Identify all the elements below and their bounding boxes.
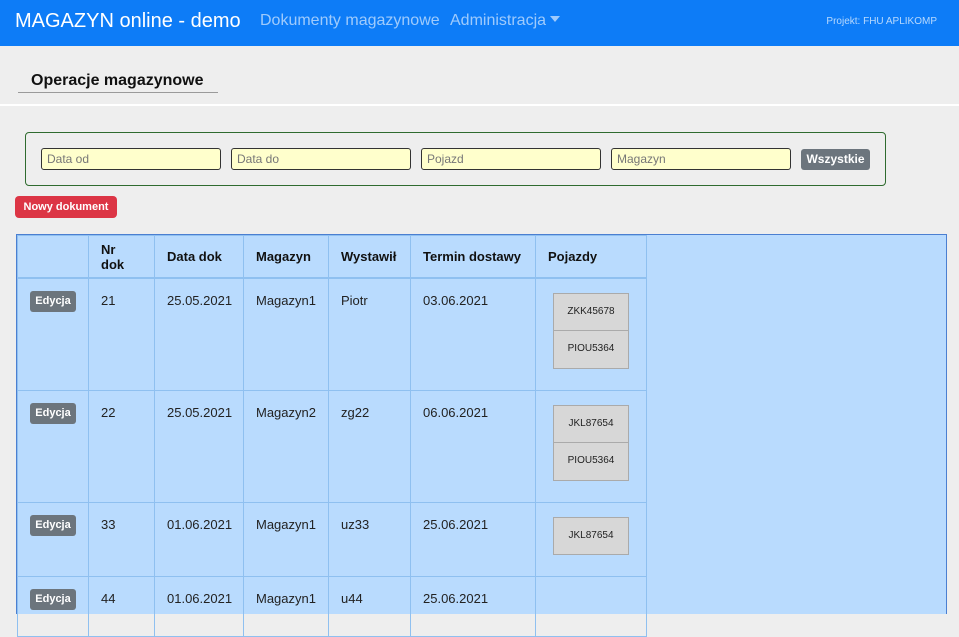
project-label: Projekt: FHU APLIKOMP (826, 16, 937, 27)
table-row: Edycja 44 01.06.2021 Magazyn1 u44 25.06.… (17, 575, 647, 637)
doc-date-cell: 25.05.2021 (154, 277, 244, 391)
header-doc-number: Nr dok (88, 235, 155, 279)
row-actions-cell: Edycja (17, 575, 89, 637)
date-from-input[interactable] (41, 148, 221, 170)
table-row: Edycja 21 25.05.2021 Magazyn1 Piotr 03.0… (17, 277, 647, 391)
top-navbar: MAGAZYN online - demo Dokumenty magazyno… (0, 0, 959, 46)
vehicles-cell: ZKK45678 PIOU5364 (535, 277, 647, 391)
doc-number-cell: 22 (88, 389, 155, 503)
vehicle-tag: ZKK45678 (553, 293, 629, 331)
doc-date-cell: 01.06.2021 (154, 501, 244, 577)
table-row: Edycja 22 25.05.2021 Magazyn2 zg22 06.06… (17, 389, 647, 503)
issuer-cell: u44 (328, 575, 411, 637)
vehicle-input[interactable] (421, 148, 601, 170)
warehouse-cell: Magazyn1 (243, 501, 329, 577)
vehicle-list: JKL87654 (553, 516, 629, 555)
header-doc-date: Data dok (154, 235, 244, 279)
vehicle-tag: PIOU5364 (553, 442, 629, 481)
row-actions-cell: Edycja (17, 389, 89, 503)
divider (0, 104, 959, 106)
nav-admin-label: Administracja (450, 12, 547, 29)
vehicles-cell: JKL87654 (535, 501, 647, 577)
nav-documents-link[interactable]: Dokumenty magazynowe (260, 12, 440, 30)
warehouse-cell: Magazyn2 (243, 389, 329, 503)
issuer-cell: Piotr (328, 277, 411, 391)
table-header-row: Nr dok Data dok Magazyn Wystawił Termin … (17, 235, 647, 279)
row-actions-cell: Edycja (17, 501, 89, 577)
page-title: Operacje magazynowe (18, 72, 218, 93)
header-issuer: Wystawił (328, 235, 411, 279)
doc-number-cell: 21 (88, 277, 155, 391)
issuer-cell: uz33 (328, 501, 411, 577)
documents-table: Nr dok Data dok Magazyn Wystawił Termin … (17, 235, 647, 637)
vehicle-list: JKL87654 PIOU5364 (553, 404, 629, 481)
warehouse-cell: Magazyn1 (243, 575, 329, 637)
delivery-date-cell: 06.06.2021 (410, 389, 536, 503)
show-all-button[interactable]: Wszystkie (801, 149, 870, 170)
row-actions-cell: Edycja (17, 277, 89, 391)
app-brand[interactable]: MAGAZYN online - demo (15, 10, 241, 33)
doc-number-cell: 33 (88, 501, 155, 577)
header-warehouse: Magazyn (243, 235, 329, 279)
doc-date-cell: 25.05.2021 (154, 389, 244, 503)
new-document-button[interactable]: Nowy dokument (15, 196, 117, 218)
vehicles-cell (535, 575, 647, 637)
documents-table-container: Nr dok Data dok Magazyn Wystawił Termin … (16, 234, 947, 637)
edit-button[interactable]: Edycja (30, 588, 76, 610)
vehicle-list: ZKK45678 PIOU5364 (553, 293, 629, 369)
edit-button[interactable]: Edycja (30, 514, 76, 536)
warehouse-cell: Magazyn1 (243, 277, 329, 391)
chevron-down-icon (550, 16, 561, 22)
vehicle-tag: JKL87654 (553, 516, 629, 555)
delivery-date-cell: 25.06.2021 (410, 575, 536, 637)
issuer-cell: zg22 (328, 389, 411, 503)
nav-admin-dropdown[interactable]: Administracja (450, 12, 561, 30)
edit-button[interactable]: Edycja (30, 402, 76, 424)
table-row: Edycja 33 01.06.2021 Magazyn1 uz33 25.06… (17, 501, 647, 577)
date-to-input[interactable] (231, 148, 411, 170)
doc-date-cell: 01.06.2021 (154, 575, 244, 637)
doc-number-cell: 44 (88, 575, 155, 637)
warehouse-input[interactable] (611, 148, 791, 170)
header-delivery-date: Termin dostawy (410, 235, 536, 279)
vehicle-tag: JKL87654 (553, 404, 629, 443)
delivery-date-cell: 03.06.2021 (410, 277, 536, 391)
vehicle-tag: PIOU5364 (553, 331, 629, 369)
edit-button[interactable]: Edycja (30, 291, 76, 312)
vehicles-cell: JKL87654 PIOU5364 (535, 389, 647, 503)
header-vehicles: Pojazdy (535, 235, 647, 279)
header-actions (17, 235, 89, 279)
delivery-date-cell: 25.06.2021 (410, 501, 536, 577)
